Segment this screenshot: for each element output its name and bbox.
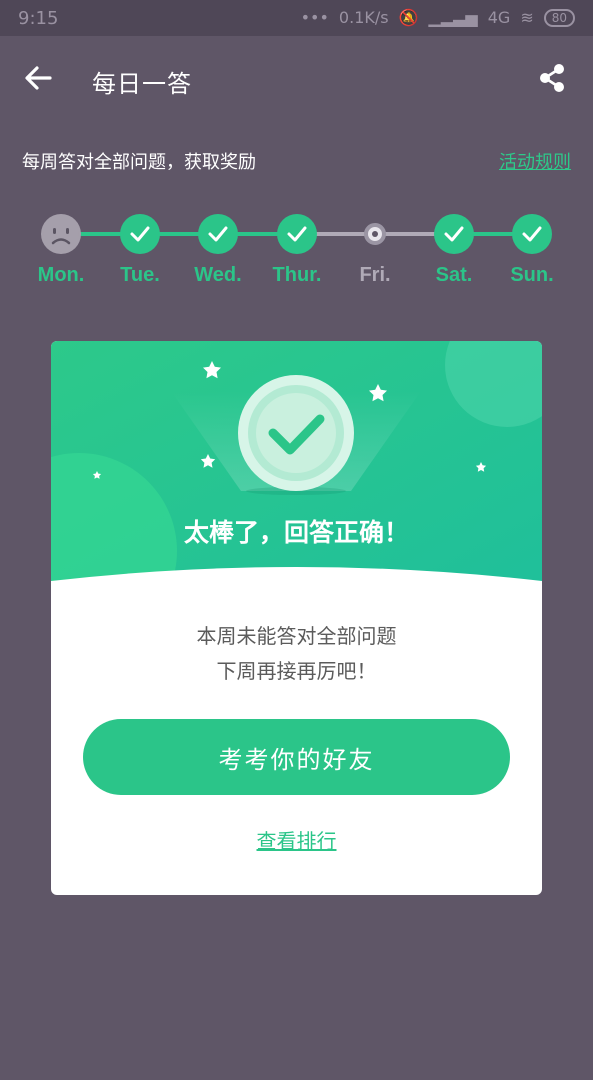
challenge-friends-button[interactable]: 考考你的好友	[83, 719, 510, 795]
page-title: 每日一答	[92, 70, 192, 98]
result-message: 本周未能答对全部问题 下周再接再厉吧！	[51, 619, 542, 689]
message-line-2: 下周再接再厉吧！	[216, 659, 377, 683]
view-ranking-link[interactable]: 查看排行	[51, 825, 542, 854]
result-card: 太棒了，回答正确！ 本周未能答对全部问题 下周再接再厉吧！ 考考你的好友 查看排…	[51, 341, 542, 895]
sad-face-icon	[41, 214, 81, 254]
day-label: Tue.	[120, 264, 160, 286]
status-time: 9:15	[18, 8, 59, 29]
more-dots-icon: •••	[300, 8, 329, 27]
day-thur: Thur.	[258, 212, 336, 287]
wifi-icon: ≋	[520, 8, 534, 27]
checkmark-icon	[434, 214, 474, 254]
day-label: Thur.	[272, 264, 322, 286]
battery-level: 80	[543, 8, 575, 27]
day-sat: Sat.	[415, 212, 493, 287]
day-label: Fri.	[359, 264, 391, 286]
mute-bell-icon: 🔕	[398, 8, 419, 27]
day-label: Sun.	[510, 264, 554, 286]
share-icon[interactable]	[537, 62, 567, 94]
week-progress: Mon. Tue. Wed. Thur. Fri. Sat. Sun.	[22, 212, 571, 302]
day-mon: Mon.	[22, 212, 100, 287]
promo-text: 每周答对全部问题，获取奖励	[22, 152, 256, 173]
day-label: Sat.	[435, 264, 473, 286]
checkmark-icon	[277, 214, 317, 254]
day-label: Wed.	[194, 264, 242, 286]
checkmark-icon	[120, 214, 160, 254]
checkmark-icon	[198, 214, 238, 254]
status-icons: ••• 0.1K/s 🔕 ▁▂▃▅ 4G ≋ 80	[301, 8, 575, 27]
signal-icon: ▁▂▃▅	[428, 8, 478, 27]
day-fri: Fri.	[336, 212, 414, 287]
rules-link[interactable]: 活动规则	[499, 148, 571, 174]
checkmark-icon	[512, 214, 552, 254]
day-label: Mon.	[37, 264, 85, 286]
status-bar: 9:15 ••• 0.1K/s 🔕 ▁▂▃▅ 4G ≋ 80	[0, 0, 593, 36]
pending-dot-icon	[364, 223, 386, 245]
banner-art	[51, 341, 542, 601]
network-type: 4G	[487, 8, 511, 27]
result-title: 太棒了，回答正确！	[183, 518, 409, 547]
network-speed: 0.1K/s	[338, 8, 389, 27]
day-sun: Sun.	[493, 212, 571, 287]
result-banner: 太棒了，回答正确！	[51, 341, 542, 601]
message-line-1: 本周未能答对全部问题	[196, 624, 397, 648]
app-bar: 每日一答	[0, 36, 593, 124]
day-wed: Wed.	[179, 212, 257, 287]
day-tue: Tue.	[101, 212, 179, 287]
arrow-left-icon[interactable]	[22, 62, 54, 94]
